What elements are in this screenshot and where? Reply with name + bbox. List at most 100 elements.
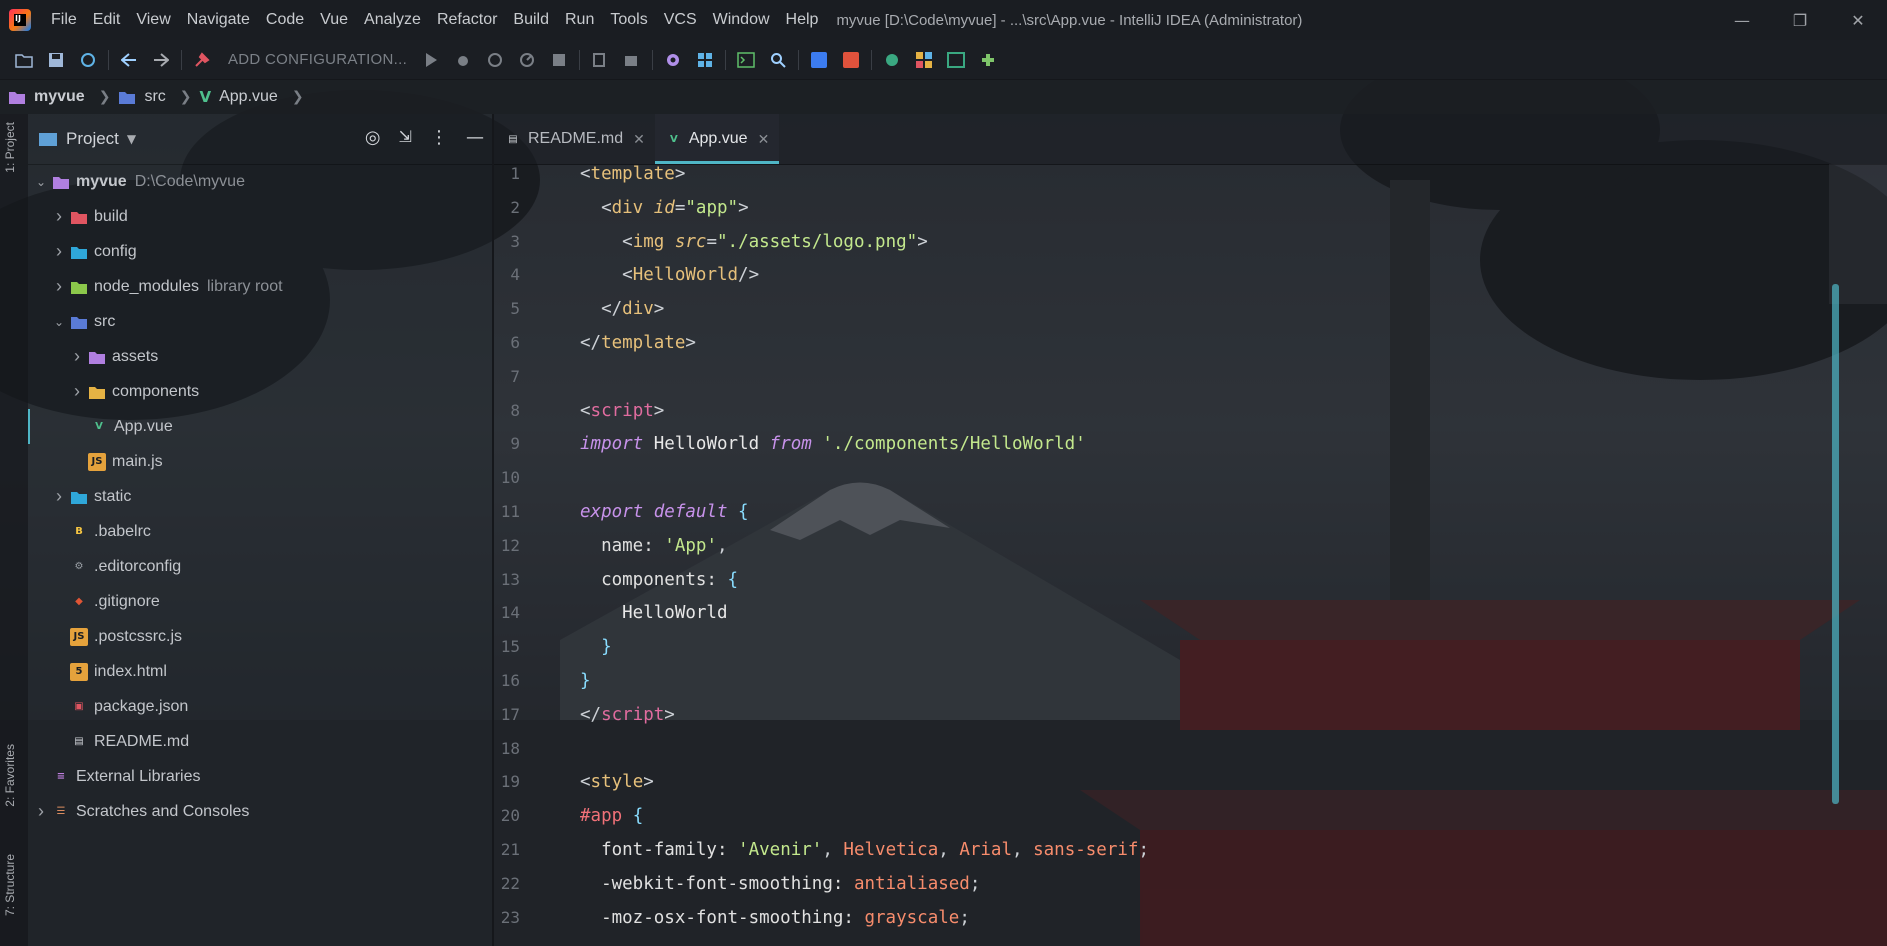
menu-build[interactable]: Build xyxy=(505,0,557,40)
run-icon[interactable] xyxy=(415,44,447,76)
chevron-down-icon[interactable]: ⌄ xyxy=(52,315,66,329)
profile-icon[interactable] xyxy=(511,44,543,76)
build-hammer-icon[interactable] xyxy=(186,44,218,76)
project-tool-tab[interactable]: 1: Project xyxy=(3,122,17,173)
menu-run[interactable]: Run xyxy=(557,0,602,40)
attach-icon[interactable] xyxy=(584,44,616,76)
close-icon[interactable]: ✕ xyxy=(633,131,645,148)
project-structure-icon[interactable] xyxy=(689,44,721,76)
menu-file[interactable]: File xyxy=(43,0,85,40)
intellij-logo-icon[interactable]: IJ xyxy=(9,9,31,31)
menu-help[interactable]: Help xyxy=(778,0,827,40)
chevron-down-icon[interactable]: ▼ xyxy=(127,132,136,146)
menu-view[interactable]: View xyxy=(128,0,178,40)
code-token: -webkit-font-smoothing: xyxy=(580,873,854,894)
editor-tab-app-vue[interactable]: V App.vue ✕ xyxy=(654,114,780,164)
settings-icon[interactable] xyxy=(657,44,689,76)
open-folder-icon[interactable] xyxy=(8,44,40,76)
translate-icon[interactable] xyxy=(803,44,835,76)
menu-vue[interactable]: Vue xyxy=(312,0,356,40)
tree-item-gitignore[interactable]: ◆ .gitignore xyxy=(28,584,492,619)
plugin-a-icon[interactable] xyxy=(876,44,908,76)
menu-code[interactable]: Code xyxy=(258,0,312,40)
chevron-right-icon[interactable]: › xyxy=(52,241,66,262)
debug-icon[interactable] xyxy=(447,44,479,76)
ant-icon[interactable] xyxy=(616,44,648,76)
editor-tabs: ▤ README.md ✕ V App.vue ✕ xyxy=(494,114,1887,165)
menu-navigate[interactable]: Navigate xyxy=(179,0,258,40)
breadcrumb-src[interactable]: src xyxy=(118,88,166,106)
options-menu-icon[interactable]: ⋮ xyxy=(430,127,448,148)
tree-item-package-json[interactable]: ▣ package.json xyxy=(28,689,492,724)
sync-icon[interactable] xyxy=(72,44,104,76)
tree-item-postcssrc-js[interactable]: JS .postcssrc.js xyxy=(28,619,492,654)
tree-item-scratches-and-consoles[interactable]: › ☰ Scratches and Consoles xyxy=(28,794,492,829)
json-file-icon: ▣ xyxy=(74,701,84,712)
search-everywhere-icon[interactable] xyxy=(762,44,794,76)
hide-panel-icon[interactable]: — xyxy=(466,127,484,148)
tree-item-main-js[interactable]: JS main.js xyxy=(28,444,492,479)
editor-scrollbar[interactable] xyxy=(1832,284,1839,804)
back-icon[interactable] xyxy=(113,44,145,76)
tree-item-components[interactable]: › components xyxy=(28,374,492,409)
menu-window[interactable]: Window xyxy=(705,0,778,40)
tree-item-index-html[interactable]: 5 index.html xyxy=(28,654,492,689)
menu-edit[interactable]: Edit xyxy=(85,0,129,40)
restore-button[interactable]: ❐ xyxy=(1771,0,1829,40)
breadcrumb-project[interactable]: myvue xyxy=(8,88,85,106)
tree-item-static[interactable]: › static xyxy=(28,479,492,514)
tree-item-editorconfig[interactable]: ⚙ .editorconfig xyxy=(28,549,492,584)
logo-text: IJ xyxy=(15,14,21,23)
chevron-down-icon[interactable]: ⌄ xyxy=(34,175,48,189)
tree-item-babelrc[interactable]: B .babelrc xyxy=(28,514,492,549)
coverage-icon[interactable] xyxy=(479,44,511,76)
tree-item-config[interactable]: › config xyxy=(28,234,492,269)
plugin-b-icon[interactable] xyxy=(908,44,940,76)
forward-icon[interactable] xyxy=(145,44,177,76)
chevron-right-icon[interactable]: › xyxy=(52,486,66,507)
tree-item-label: myvue xyxy=(76,172,127,190)
chevron-right-icon[interactable]: › xyxy=(70,346,84,367)
tree-item-myvue[interactable]: ⌄ myvue D:\Code\myvue xyxy=(28,164,492,199)
tree-item-src[interactable]: ⌄ src xyxy=(28,304,492,339)
favorites-tool-tab[interactable]: 2: Favorites xyxy=(3,744,17,807)
chevron-right-icon: ❯ xyxy=(291,89,304,105)
plugin-c-icon[interactable] xyxy=(940,44,972,76)
tree-item-label: components xyxy=(112,382,200,400)
close-window-button[interactable]: ✕ xyxy=(1829,0,1887,40)
tree-item-external-libraries[interactable]: ≡ External Libraries xyxy=(28,759,492,794)
chevron-right-icon[interactable]: › xyxy=(70,381,84,402)
minimize-button[interactable]: — xyxy=(1713,0,1771,40)
plugin-d-icon[interactable] xyxy=(972,44,1004,76)
tree-item-readme-md[interactable]: ▤ README.md xyxy=(28,724,492,759)
terminal-icon[interactable] xyxy=(730,44,762,76)
chevron-right-icon[interactable]: › xyxy=(34,801,48,822)
stop-icon[interactable] xyxy=(543,44,575,76)
code-line: <img src="./assets/logo.png"> xyxy=(580,232,1149,266)
translate-alt-icon[interactable] xyxy=(835,44,867,76)
tree-item-app-vue[interactable]: V App.vue xyxy=(28,409,492,444)
tree-item-node-modules[interactable]: › node_modules library root xyxy=(28,269,492,304)
chevron-right-icon[interactable]: › xyxy=(52,206,66,227)
code-content[interactable]: <template> <div id="app"> <img src="./as… xyxy=(580,164,1149,941)
structure-tool-tab[interactable]: 7: Structure xyxy=(3,854,17,916)
tree-item-assets[interactable]: › assets xyxy=(28,339,492,374)
menu-vcs[interactable]: VCS xyxy=(656,0,705,40)
collapse-all-icon[interactable]: ⇲ xyxy=(399,127,412,148)
project-view-dropdown[interactable]: Project xyxy=(66,129,119,149)
code-minimap[interactable] xyxy=(1829,164,1887,304)
tree-item-label: build xyxy=(94,207,128,225)
tree-item-label: package.json xyxy=(94,697,189,715)
locate-file-icon[interactable]: ◎ xyxy=(365,127,381,148)
menu-analyze[interactable]: Analyze xyxy=(356,0,429,40)
breadcrumb-file[interactable]: V App.vue xyxy=(200,88,278,106)
menu-refactor[interactable]: Refactor xyxy=(429,0,505,40)
editor-tab-readme-md[interactable]: ▤ README.md ✕ xyxy=(494,114,655,164)
save-icon[interactable] xyxy=(40,44,72,76)
close-icon[interactable]: ✕ xyxy=(758,131,770,148)
tree-item-build[interactable]: › build xyxy=(28,199,492,234)
menu-tools[interactable]: Tools xyxy=(602,0,655,40)
code-token: ; xyxy=(1138,839,1149,860)
chevron-right-icon[interactable]: › xyxy=(52,276,66,297)
run-configuration-dropdown[interactable]: ADD CONFIGURATION... xyxy=(218,51,415,68)
